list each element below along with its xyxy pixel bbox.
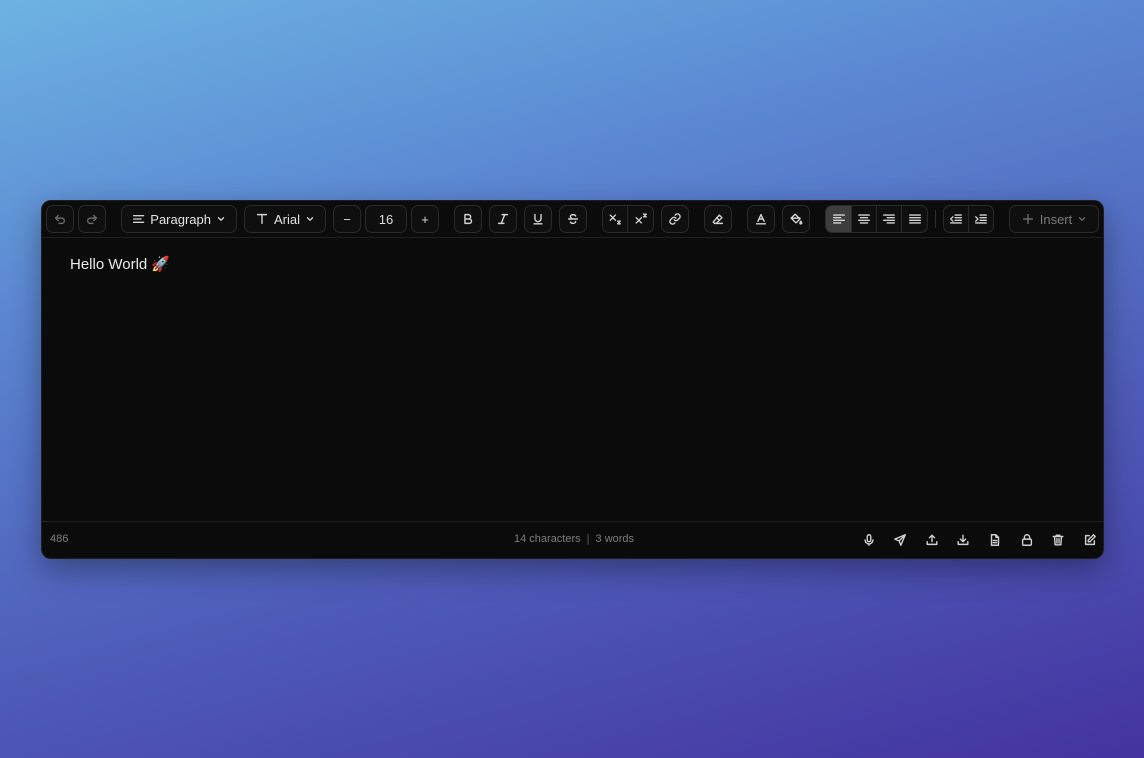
italic-button[interactable] [489,205,517,233]
editor-content[interactable]: Hello World 🚀 [42,238,1103,522]
undo-icon [54,214,66,225]
chevron-down-icon [1077,212,1087,227]
delete-button[interactable] [1049,531,1068,549]
outdent-button[interactable] [944,206,969,232]
subscript-button[interactable] [603,206,629,232]
lock-icon [1021,534,1032,546]
align-justify-button[interactable] [902,206,927,232]
download-icon [957,534,969,546]
indent-button[interactable] [969,206,993,232]
send-icon [894,534,907,546]
font-family-dropdown[interactable]: Arial [244,205,326,233]
edit-icon [1084,534,1096,546]
paragraph-icon [132,215,145,223]
microphone-button[interactable] [859,531,878,549]
status-bar: 486 14 characters | 3 words [42,521,1103,558]
rich-text-editor: Paragraph Arial − 16 + Insert Hello Worl… [41,200,1104,559]
trash-icon [1052,534,1064,546]
toolbar: Paragraph Arial − 16 + Insert [42,201,1103,238]
paragraph[interactable]: Hello World 🚀 [70,255,1075,273]
upload-button[interactable] [922,531,941,549]
minus-icon: − [343,211,351,227]
word-count: 14 characters | 3 words [514,533,634,545]
alignment-button-group [825,205,928,233]
decrease-font-size-button[interactable]: − [333,205,361,233]
align-right-button[interactable] [877,206,902,232]
document-icon [990,534,1000,546]
block-type-dropdown[interactable]: Paragraph [121,205,237,233]
align-justify-icon [908,214,921,224]
lock-button[interactable] [1017,531,1036,549]
text-color-icon [755,213,767,225]
font-size-value: 16 [378,211,394,227]
align-center-button[interactable] [852,206,877,232]
italic-icon [497,213,509,225]
indent-icon [974,214,987,224]
text-color-button[interactable] [747,205,775,233]
bold-icon [464,213,473,225]
bold-button[interactable] [454,205,482,233]
align-left-icon [832,214,845,224]
increase-font-size-button[interactable]: + [411,205,439,233]
underline-icon [533,213,543,225]
status-actions [859,531,1099,549]
send-button[interactable] [891,531,910,549]
insert-dropdown[interactable]: Insert [1009,205,1099,233]
font-icon [256,213,268,225]
outdent-icon [949,214,962,224]
superscript-icon [634,213,647,224]
highlight-color-button[interactable] [782,205,810,233]
download-button[interactable] [954,531,973,549]
cursor-position: 486 [50,533,69,545]
chevron-down-icon [216,212,226,227]
redo-icon [86,214,98,225]
eraser-icon [712,214,724,225]
link-button[interactable] [661,205,689,233]
indent-button-group [943,205,994,233]
strikethrough-icon [567,213,579,225]
align-center-icon [858,214,870,224]
undo-button[interactable] [46,205,74,233]
upload-icon [926,534,938,546]
toolbar-divider [935,210,936,228]
paint-bucket-icon [790,213,803,225]
script-button-group [602,205,654,233]
block-type-label: Paragraph [150,211,211,227]
underline-button[interactable] [524,205,552,233]
plus-icon [1022,213,1033,225]
superscript-button[interactable] [628,206,653,232]
align-right-icon [883,214,895,224]
edit-button[interactable] [1080,531,1099,549]
insert-label: Insert [1039,211,1073,227]
plus-icon: + [421,211,429,227]
strikethrough-button[interactable] [559,205,587,233]
font-size-input[interactable]: 16 [365,205,407,233]
count-separator: | [586,533,590,545]
align-left-button[interactable] [826,206,852,232]
chevron-down-icon [305,212,315,227]
character-count: 14 characters [514,533,581,545]
clear-formatting-button[interactable] [704,205,732,233]
subscript-icon [609,214,621,225]
font-family-label: Arial [273,211,300,227]
words-count: 3 words [595,533,635,545]
microphone-icon [863,534,874,546]
link-icon [669,213,681,225]
document-button[interactable] [986,531,1005,549]
redo-button[interactable] [78,205,106,233]
